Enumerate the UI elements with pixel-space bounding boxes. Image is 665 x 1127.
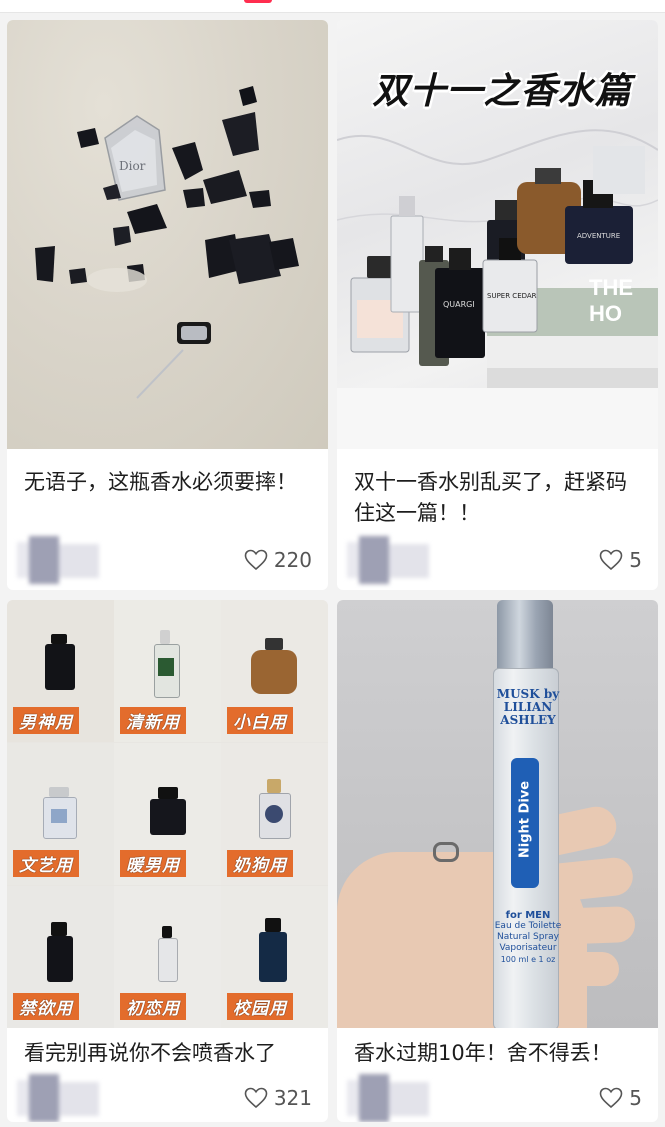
feed-card-3[interactable]: 男神用 清新用 小白用 文艺用 暖男用 奶狗用 禁欲用 初恋用 校园用 看完别再… [7,600,328,1122]
bottle-label-super-cedar: SUPER CEDAR [487,292,537,300]
grid-cell-3: 小白用 [221,600,328,742]
like-button[interactable]: 321 [244,1084,312,1112]
grid-tag: 清新用 [120,707,186,734]
bottle-label-adventure: ADVENTURE [577,232,621,240]
svg-text:Dior: Dior [119,159,146,173]
like-count: 5 [629,548,642,572]
bottle-product-name: Night Dive [517,780,533,859]
like-button[interactable]: 220 [244,546,312,574]
bottle-edt: Eau de Toilette [494,921,562,931]
card-title[interactable]: 香水过期10年！舍不得丢！ [354,1038,644,1072]
like-button[interactable]: 5 [599,1084,642,1112]
grid-tag: 初恋用 [120,993,186,1020]
grid-cell-6: 奶狗用 [221,743,328,885]
grid-tag: 禁欲用 [13,993,79,1020]
card-image-hand-holding-bottle: MUSK by LILIAN ASHLEY Night Dive for MEN… [337,600,658,1028]
feed-card-1[interactable]: Dior 无语子，这瓶香水必须要摔！ 220 [7,20,328,590]
grid-tag: 奶狗用 [227,850,293,877]
card-image-perfume-grid: 男神用 清新用 小白用 文艺用 暖男用 奶狗用 禁欲用 初恋用 校园用 [7,600,328,1028]
grid-cell-2: 清新用 [114,600,221,742]
avatar-blurred[interactable] [17,1074,127,1122]
card-footer: 5 [337,534,658,590]
feed-card-2[interactable]: 双十一之香水篇 THE HO QUARGI ADVENTURE SUPER CE… [337,20,658,590]
heart-outline-icon [244,1087,268,1109]
heart-outline-icon [244,549,268,571]
card-title[interactable]: 双十一香水别乱买了，赶紧码住这一篇！！ [354,467,644,529]
active-tab-indicator [244,0,272,3]
card-footer: 220 [7,534,328,590]
feed-card-4[interactable]: MUSK by LILIAN ASHLEY Night Dive for MEN… [337,600,658,1122]
like-count: 321 [273,1086,312,1110]
overlay-banner-text: 双十一之香水篇 [372,71,632,112]
grid-cell-8: 初恋用 [114,886,221,1028]
card-footer: 321 [7,1072,328,1122]
bottle-label-quargi: QUARGI [443,300,475,309]
ring [433,842,459,862]
like-button[interactable]: 5 [599,546,642,574]
bottle-brand-line-3: ASHLEY [500,713,556,727]
grid-tag: 文艺用 [13,850,79,877]
card-image-broken-perfume: Dior [7,20,328,449]
grid-cell-1: 男神用 [7,600,114,742]
top-bar [0,0,665,13]
bottle-for-men: for MEN [505,910,551,921]
grid-cell-7: 禁欲用 [7,886,114,1028]
grid-tag: 小白用 [227,707,293,734]
like-count: 5 [629,1086,642,1110]
grid-tag: 暖男用 [120,850,186,877]
heart-outline-icon [599,549,623,571]
broken-perfume-illustration: Dior [35,86,299,399]
card-title[interactable]: 无语子，这瓶香水必须要摔！ [24,467,314,525]
bottle-vapo: Vaporisateur [499,943,557,953]
grid-cell-9: 校园用 [221,886,328,1028]
card-title[interactable]: 看完别再说你不会喷香水了 [24,1038,314,1072]
card-footer: 5 [337,1072,658,1122]
avatar-blurred[interactable] [347,1074,457,1122]
heart-outline-icon [599,1087,623,1109]
grid-tag: 校园用 [227,993,293,1020]
grid-cell-5: 暖男用 [114,743,221,885]
bottle-spray: Natural Spray [496,932,560,942]
book-title-text: THE HO [589,275,633,326]
avatar-blurred[interactable] [347,536,457,584]
like-count: 220 [273,548,312,572]
grid-tag: 男神用 [13,707,79,734]
grid-cell-4: 文艺用 [7,743,114,885]
avatar-blurred[interactable] [17,536,127,584]
bottle-volume: 100 ml e 1 oz [500,955,556,964]
card-image-perfume-collection: 双十一之香水篇 THE HO QUARGI ADVENTURE SUPER CE… [337,20,658,449]
